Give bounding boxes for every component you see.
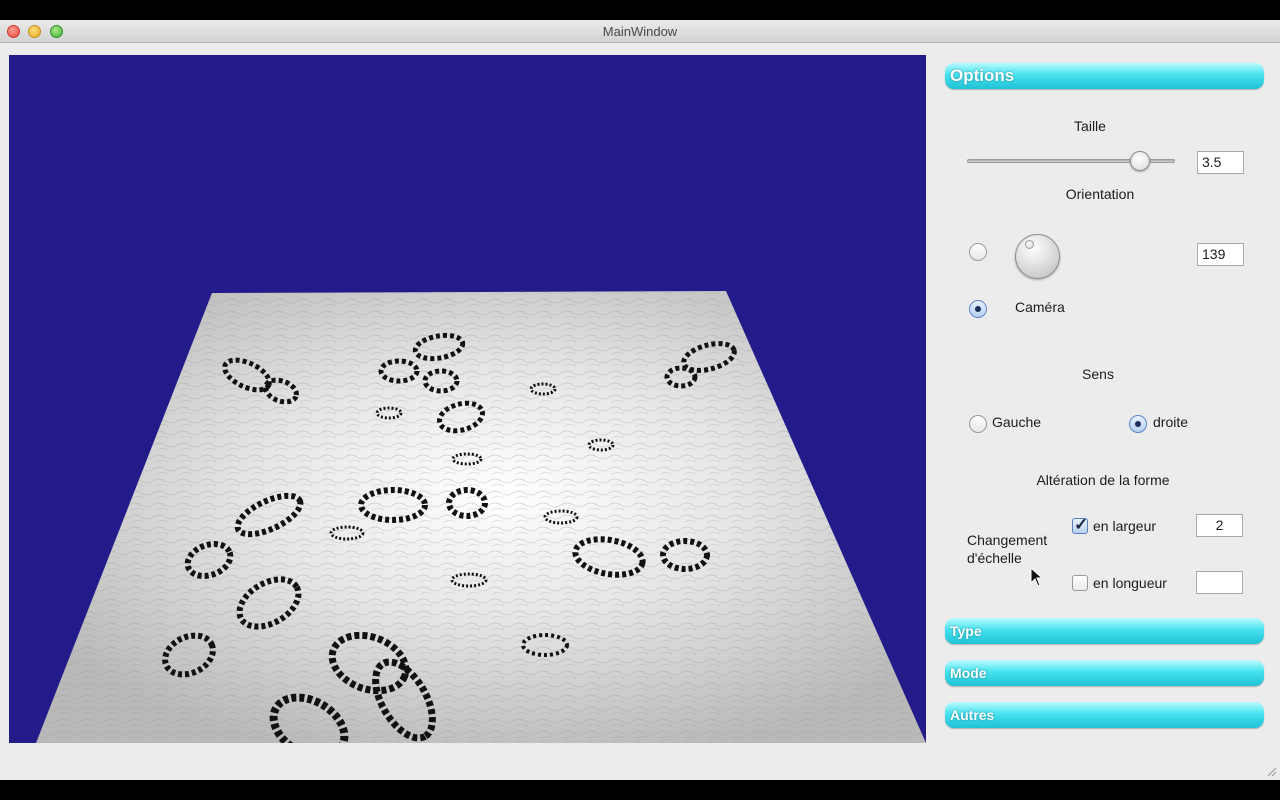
orientation-dial[interactable]: [1015, 234, 1060, 279]
window-title: MainWindow: [602, 24, 678, 39]
dial-indicator: [1025, 240, 1034, 249]
shape-alteration-label: Altération de la forme: [1036, 472, 1170, 488]
width-checkbox[interactable]: ✓: [1072, 515, 1089, 534]
checkmark-icon: ✓: [1074, 515, 1089, 534]
options-panel: Options Taille 3.5 Orientation 139 Camér…: [936, 55, 1270, 745]
main-window: MainWindow Options Taille 3.5 Orientatio…: [0, 20, 1280, 780]
width-value-field[interactable]: 2: [1196, 514, 1243, 537]
left-direction-radio[interactable]: [969, 415, 987, 433]
orientation-dial-radio[interactable]: [969, 243, 987, 261]
size-label: Taille: [1074, 118, 1106, 134]
mouse-pointer-icon: [1030, 567, 1044, 587]
size-value-field[interactable]: 3.5: [1197, 151, 1244, 174]
size-slider-knob[interactable]: [1129, 151, 1150, 171]
left-direction-label: Gauche: [992, 414, 1042, 430]
length-checkbox[interactable]: [1072, 575, 1088, 591]
minimize-window-button[interactable]: [28, 25, 41, 38]
close-window-button[interactable]: [7, 25, 20, 38]
orientation-label: Orientation: [1065, 186, 1135, 202]
right-direction-label: droite: [1153, 414, 1189, 430]
snow-floor-texture: [36, 291, 926, 743]
camera-radio[interactable]: [969, 300, 987, 318]
title-bar: MainWindow: [0, 20, 1280, 43]
3d-viewport[interactable]: [9, 55, 926, 743]
direction-label: Sens: [1082, 366, 1114, 382]
orientation-value-field[interactable]: 139: [1197, 243, 1244, 266]
type-section-header[interactable]: Type: [945, 618, 1264, 644]
mode-section-header[interactable]: Mode: [945, 660, 1264, 686]
width-label: en largeur: [1093, 518, 1157, 534]
scale-change-label-line1: Changement: [967, 532, 1048, 548]
length-value-field[interactable]: [1196, 571, 1243, 594]
scene-render: [36, 291, 926, 743]
options-section-header[interactable]: Options: [945, 63, 1264, 89]
length-label: en longueur: [1093, 575, 1167, 591]
resize-grip-icon[interactable]: [1265, 765, 1277, 777]
camera-label: Caméra: [1015, 299, 1065, 315]
right-direction-radio[interactable]: [1129, 415, 1147, 433]
others-section-header[interactable]: Autres: [945, 702, 1264, 728]
scale-change-label-line2: d'échelle: [967, 550, 1022, 566]
zoom-window-button[interactable]: [50, 25, 63, 38]
